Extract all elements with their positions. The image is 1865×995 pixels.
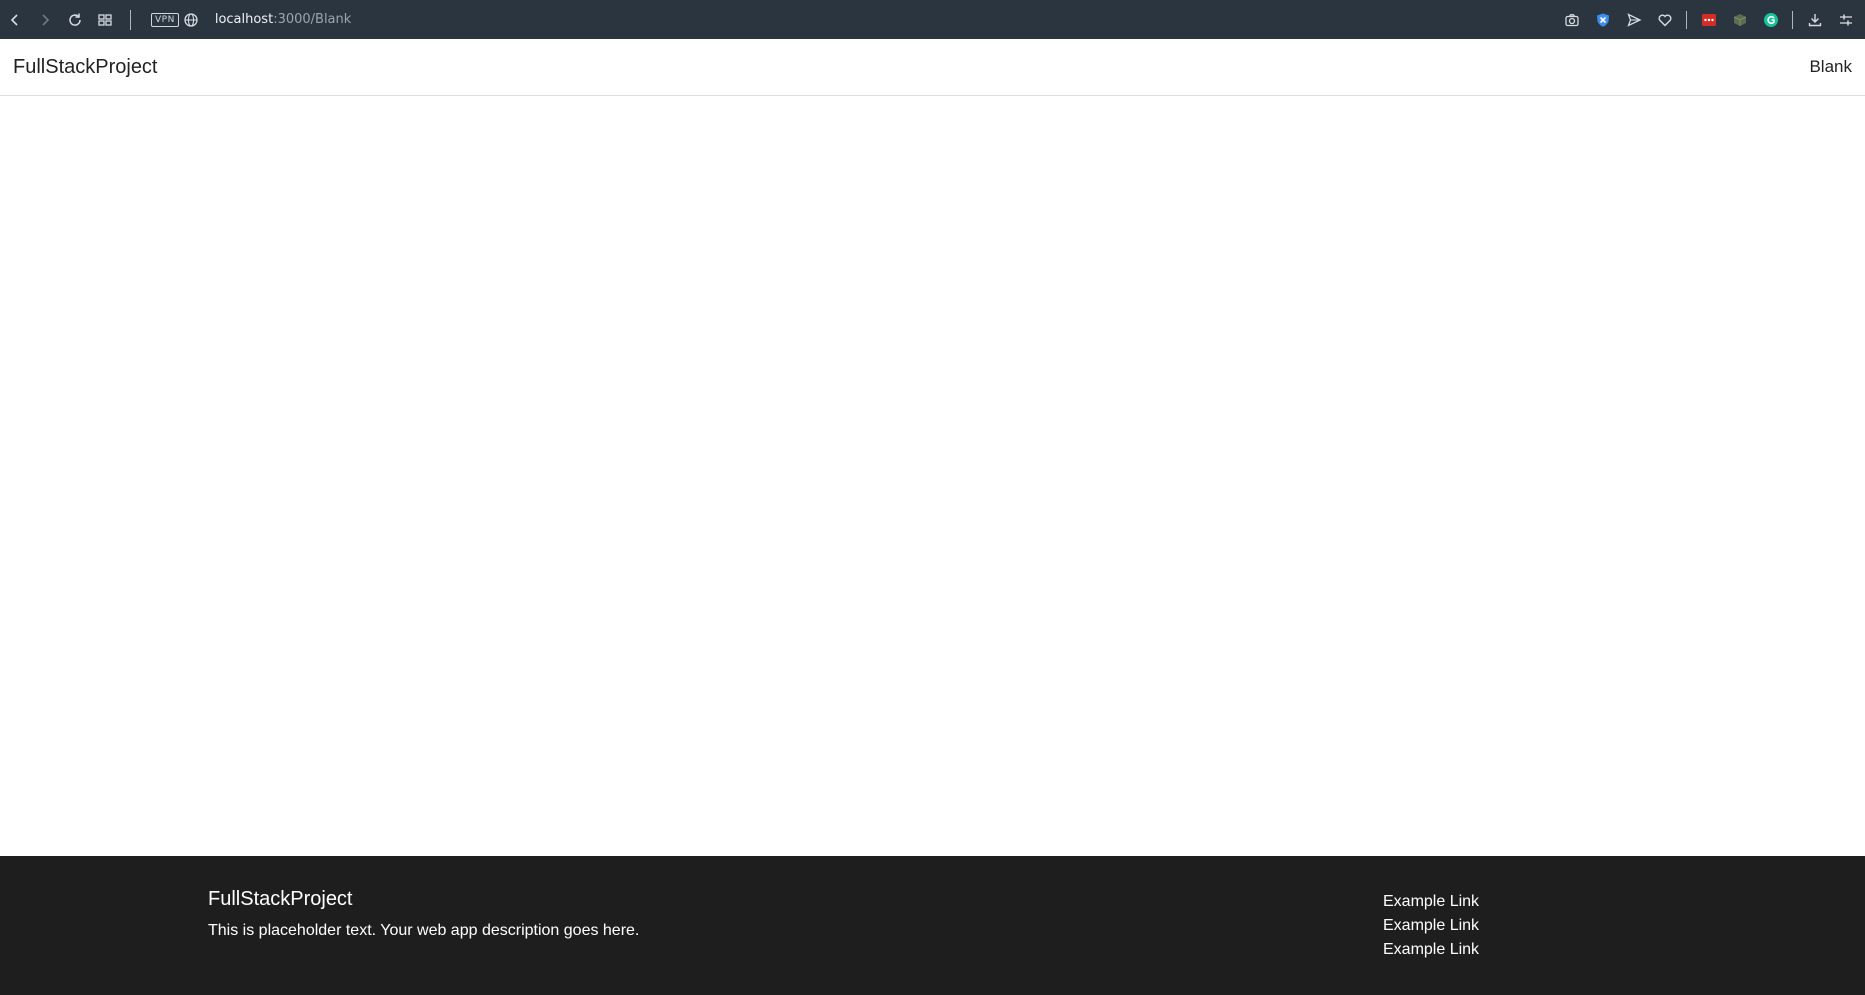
url-path: :3000/Blank — [273, 12, 352, 27]
url-host: localhost — [214, 12, 274, 27]
tabs-grid-icon — [98, 13, 112, 26]
vpn-badge[interactable]: VPN — [151, 12, 179, 27]
footer-description: This is placeholder text. Your web app d… — [208, 922, 640, 939]
globe-icon — [184, 12, 198, 27]
footer-link[interactable]: Example Link — [1383, 938, 1479, 962]
nav-link-blank[interactable]: Blank — [1809, 57, 1852, 77]
camera-icon — [1564, 13, 1579, 26]
footer-brand: FullStackProject — [208, 888, 353, 910]
toolbar-divider — [130, 9, 131, 30]
downloads-button[interactable] — [1799, 0, 1830, 39]
footer-link[interactable]: Example Link — [1383, 914, 1479, 938]
reload-button[interactable] — [60, 0, 90, 39]
page-footer: FullStackProject This is placeholder tex… — [0, 856, 1865, 995]
forward-icon — [42, 13, 50, 26]
download-icon — [1808, 13, 1821, 26]
footer-links: Example Link Example Link Example Link — [1383, 890, 1479, 962]
cube-extension[interactable] — [1724, 0, 1755, 39]
browser-toolbar: VPN localhost:3000/Blank — [0, 0, 1865, 39]
extensions-area — [1556, 0, 1865, 39]
app-navbar: FullStackProject Blank — [0, 39, 1865, 96]
tabs-button[interactable] — [90, 0, 120, 39]
shield-icon — [1596, 13, 1609, 27]
cube-icon — [1733, 13, 1746, 26]
navbar-brand[interactable]: FullStackProject — [13, 56, 158, 79]
toolbar-divider — [1792, 10, 1793, 29]
send-button[interactable] — [1618, 0, 1649, 39]
site-info-button[interactable] — [179, 0, 203, 39]
reload-icon — [69, 13, 81, 26]
back-icon — [10, 13, 18, 26]
lastpass-extension[interactable] — [1693, 0, 1724, 39]
screenshot-button[interactable] — [1556, 0, 1587, 39]
footer-link[interactable]: Example Link — [1383, 890, 1479, 914]
toolbar-divider — [1686, 10, 1687, 29]
settings-icon — [1839, 14, 1852, 25]
adblock-button[interactable] — [1587, 0, 1618, 39]
grammarly-icon — [1763, 12, 1778, 27]
back-button[interactable] — [0, 0, 30, 39]
heart-icon — [1658, 13, 1671, 26]
easy-setup-button[interactable] — [1830, 0, 1861, 39]
address-bar[interactable]: localhost:3000/Blank — [215, 12, 351, 27]
lastpass-icon — [1701, 13, 1716, 26]
send-icon — [1626, 12, 1642, 27]
favorites-button[interactable] — [1649, 0, 1680, 39]
grammarly-extension[interactable] — [1755, 0, 1786, 39]
forward-button[interactable] — [30, 0, 60, 39]
main-content — [0, 96, 1865, 856]
